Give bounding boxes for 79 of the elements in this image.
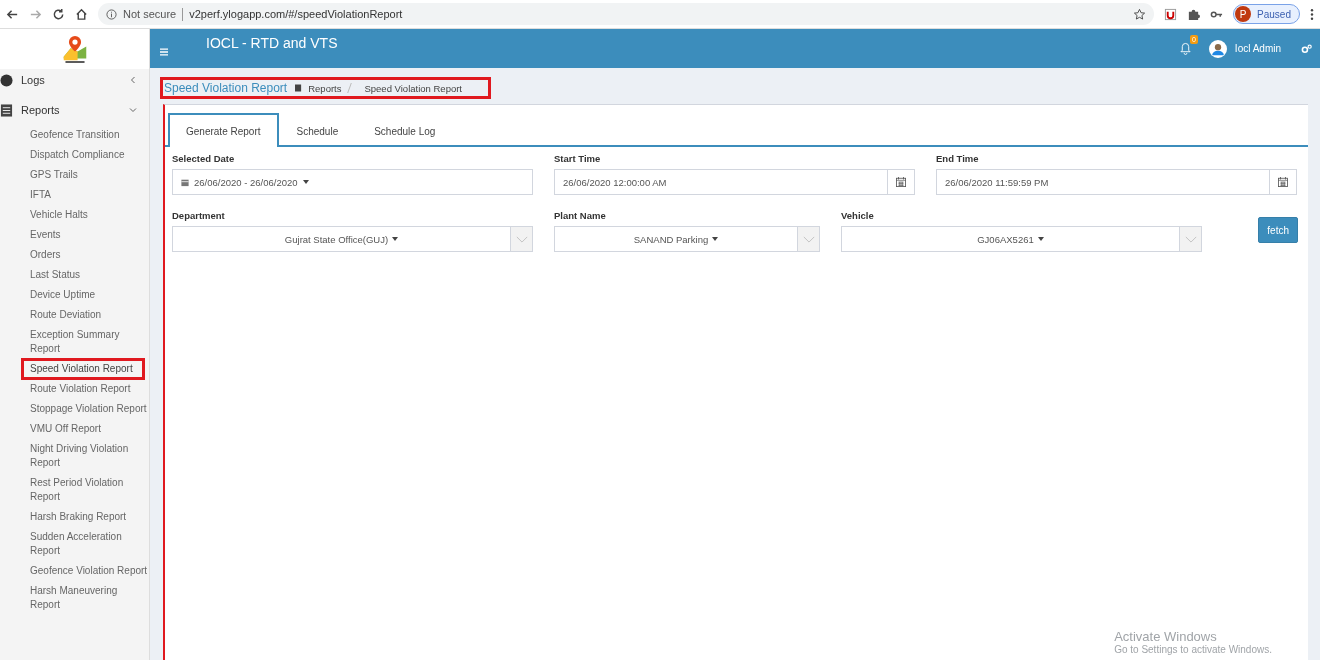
circle-icon	[0, 73, 13, 87]
field-label: Plant Name	[554, 210, 607, 221]
tab[interactable]: Schedule	[278, 113, 357, 147]
profile-avatar: P	[1235, 6, 1252, 22]
caret-icon	[712, 237, 719, 241]
dropdown-toggle[interactable]	[1180, 226, 1202, 252]
caret-icon	[392, 237, 399, 241]
star-icon[interactable]	[1133, 7, 1147, 21]
field-label: Vehicle	[841, 210, 875, 221]
sidebar-group[interactable]: Logs	[0, 69, 149, 91]
extension-icon[interactable]	[1164, 7, 1178, 21]
chevron-down-icon	[802, 235, 815, 243]
sidebar-group[interactable]: Reports	[0, 95, 149, 125]
user-avatar-icon[interactable]	[1208, 39, 1227, 58]
sidebar-item[interactable]: Sudden Acceleration Report	[0, 527, 149, 561]
user-name[interactable]: Iocl Admin	[1234, 43, 1281, 54]
breadcrumb-item[interactable]: Reports	[308, 82, 342, 94]
sidebar-item[interactable]: Vehicle Halts	[0, 205, 149, 225]
tab[interactable]: Generate Report	[168, 113, 279, 147]
sidebar-item[interactable]: Harsh Braking Report	[0, 507, 149, 527]
calendar-icon	[181, 177, 189, 187]
sidebar-item[interactable]: Geofence Violation Report	[0, 561, 149, 581]
puzzle-icon[interactable]	[1187, 7, 1201, 21]
sidebar-item[interactable]: Geofence Transition	[0, 125, 149, 145]
field-label: Department	[172, 210, 226, 221]
chevron-down-icon	[515, 235, 528, 243]
sidebar-item[interactable]: Orders	[0, 245, 149, 265]
fetch-button[interactable]: fetch	[1258, 217, 1298, 243]
sidebar-item[interactable]: Exception Summary Report	[0, 325, 149, 359]
caret-icon	[1037, 237, 1044, 241]
calendar-button[interactable]	[1270, 169, 1297, 195]
sidebar-item[interactable]: Device Uptime	[0, 285, 149, 305]
reload-icon[interactable]	[52, 7, 65, 21]
sidebar-item[interactable]: VMU Off Report	[0, 419, 149, 439]
tab[interactable]: Schedule Log	[356, 113, 454, 147]
sidebar-item[interactable]: Stoppage Violation Report	[0, 399, 149, 419]
calendar-icon	[896, 177, 906, 187]
dropdown-toggle[interactable]	[511, 226, 533, 252]
sidebar-item[interactable]: Speed Violation Report	[22, 359, 144, 379]
activation-notice-text: Go to Settings to activate Windows.	[1114, 644, 1272, 655]
menu-icon[interactable]	[1310, 7, 1314, 21]
document-icon	[295, 84, 303, 92]
field-label: Start Time	[554, 153, 602, 164]
sidebar-item[interactable]: Harsh Maneuvering Report	[0, 581, 149, 615]
field-label: End Time	[936, 153, 980, 164]
calendar-button[interactable]	[888, 169, 915, 195]
page-title: Speed Violation Report	[164, 81, 288, 95]
sidebar-item[interactable]: Events	[0, 225, 149, 245]
info-icon	[106, 8, 117, 20]
app-title: IOCL - RTD and VTS	[206, 35, 338, 51]
url-text: v2perf.ylogapp.com/#/speedViolationReport	[189, 8, 404, 20]
address-bar[interactable]: Not secure v2perf.ylogapp.com/#/speedViolationReport	[98, 3, 1155, 25]
field-label: Selected Date	[172, 153, 236, 164]
profile-status: Paused	[1257, 8, 1291, 20]
chevron-down-icon	[1184, 235, 1197, 243]
sidebar-item[interactable]: Route Violation Report	[0, 379, 149, 399]
sidebar-item[interactable]: Rest Period Violation Report	[0, 473, 149, 507]
settings-icon[interactable]	[1301, 43, 1312, 54]
security-label: Not secure	[123, 8, 177, 20]
bell-icon[interactable]	[1179, 42, 1191, 55]
sidebar-item[interactable]: Dispatch Compliance	[0, 145, 149, 165]
sidebar-item[interactable]: Night Driving Violation Report	[0, 439, 149, 473]
calendar-icon	[1278, 177, 1288, 187]
sidebar-item[interactable]: IFTA	[0, 185, 149, 205]
breadcrumb-item: Speed Violation Report	[364, 82, 462, 94]
home-icon[interactable]	[75, 7, 88, 21]
datetime-field[interactable]: 26/06/2020 11:59:59 PM	[936, 169, 1270, 195]
sidebar-item[interactable]: Route Deviation	[0, 305, 149, 325]
sidebar-item[interactable]: GPS Trails	[0, 165, 149, 185]
datetime-field[interactable]: 26/06/2020 12:00:00 AM	[554, 169, 888, 195]
caret-icon	[302, 180, 309, 184]
sidebar-item[interactable]: Last Status	[0, 265, 149, 285]
select-dropdown[interactable]: SANAND Parking	[554, 226, 798, 252]
select-dropdown[interactable]: GJ06AX5261	[841, 226, 1180, 252]
profile-button[interactable]: P Paused	[1233, 4, 1300, 24]
select-dropdown[interactable]: Gujrat State Office(GUJ)	[172, 226, 511, 252]
dropdown-toggle[interactable]	[798, 226, 820, 252]
activation-notice-title: Activate Windows	[1114, 629, 1218, 644]
date-range-picker[interactable]: 26/06/2020 - 26/06/2020	[172, 169, 533, 195]
